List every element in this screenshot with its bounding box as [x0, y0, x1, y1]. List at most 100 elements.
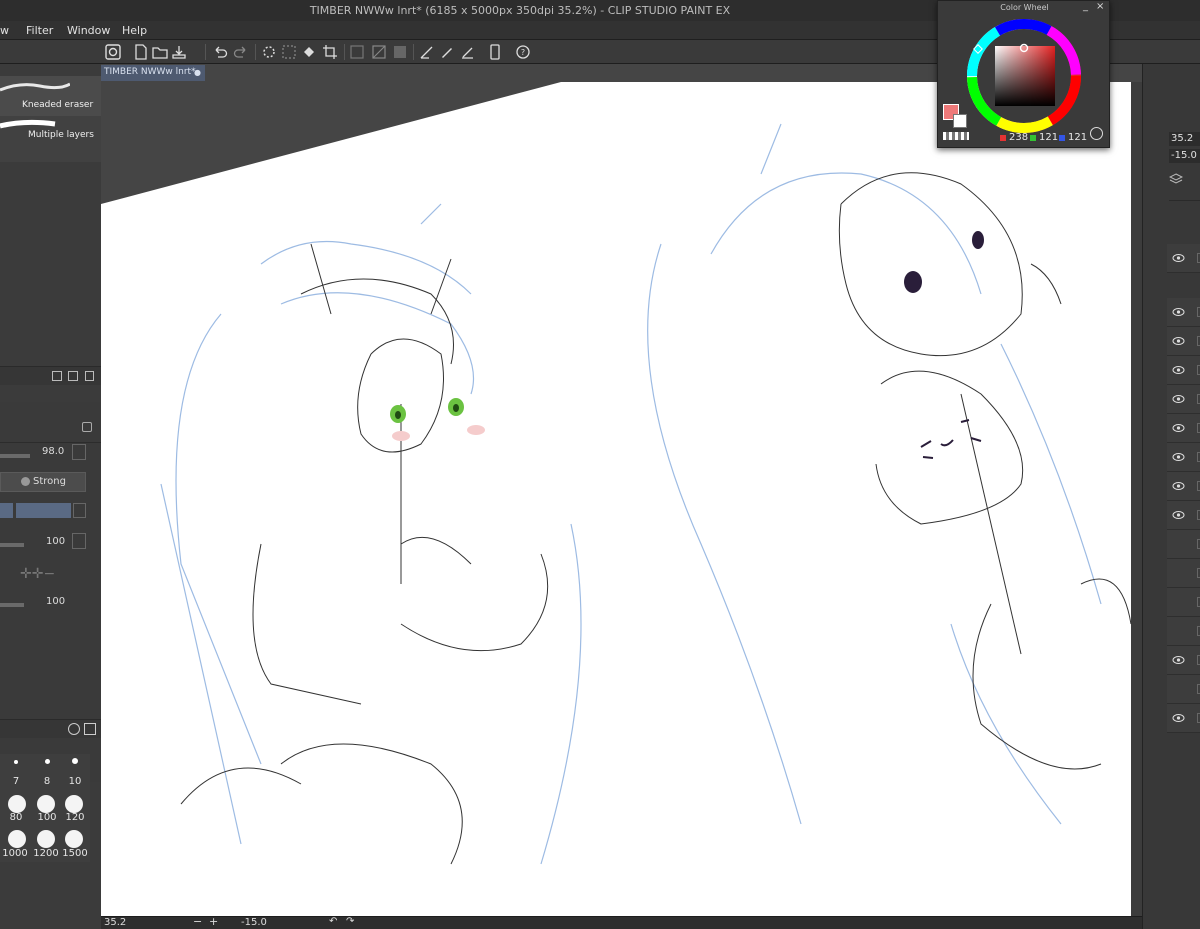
layer-blend-dropdown[interactable] — [1169, 187, 1200, 201]
eye-icon[interactable] — [1172, 335, 1185, 347]
eye-icon[interactable] — [1172, 480, 1185, 492]
size-label[interactable]: 10 — [63, 776, 87, 787]
rotate-right-icon[interactable]: ↷ — [346, 916, 354, 927]
layer-row[interactable] — [1167, 530, 1200, 559]
eye-icon[interactable] — [1172, 451, 1185, 463]
green-value[interactable]: 121 — [1039, 132, 1058, 143]
menu-view[interactable]: w — [0, 24, 9, 37]
menu-window[interactable]: Window — [67, 24, 110, 37]
minimize-icon[interactable]: _ — [1083, 1, 1088, 12]
help-icon[interactable]: ? — [514, 43, 532, 61]
save-icon[interactable] — [170, 43, 188, 61]
layer-row[interactable] — [1167, 414, 1200, 443]
opacity-slider-2[interactable] — [0, 603, 24, 607]
canvas-artwork[interactable] — [101, 64, 1142, 916]
clip-studio-icon[interactable] — [104, 43, 122, 61]
layer-row[interactable] — [1167, 443, 1200, 472]
transparent-color-icon[interactable] — [943, 132, 969, 140]
layer-row[interactable] — [1167, 646, 1200, 675]
fill-icon[interactable] — [300, 43, 318, 61]
layer-row[interactable] — [1167, 617, 1200, 646]
layer-row[interactable] — [1167, 675, 1200, 704]
red-value[interactable]: 238 — [1009, 132, 1028, 143]
clear-selection-icon[interactable] — [280, 43, 298, 61]
rotate-left-icon[interactable]: ↶ — [329, 916, 337, 927]
transparency-icon[interactable] — [370, 43, 388, 61]
size-label[interactable]: 80 — [4, 812, 28, 823]
size-label[interactable]: 7 — [4, 776, 28, 787]
selection-icon[interactable] — [348, 43, 366, 61]
layer-row[interactable] — [1167, 356, 1200, 385]
layer-row[interactable] — [1167, 588, 1200, 617]
wrench-icon[interactable] — [84, 723, 96, 735]
color-set-bar[interactable] — [16, 503, 71, 518]
layer-row[interactable] — [1167, 704, 1200, 733]
undo-icon[interactable] — [211, 43, 229, 61]
size-label[interactable]: 100 — [35, 812, 59, 823]
navigator-zoom[interactable]: 35.2 — [1169, 132, 1200, 146]
settings-icon[interactable] — [68, 723, 80, 735]
status-rotation[interactable]: -15.0 — [241, 917, 267, 928]
mask-icon[interactable] — [391, 43, 409, 61]
navigator-rotation[interactable]: -15.0 — [1169, 149, 1200, 163]
layer-row[interactable] — [1167, 472, 1200, 501]
crop-icon[interactable] — [321, 43, 339, 61]
eye-icon[interactable] — [1172, 509, 1185, 521]
close-dot-icon[interactable]: ● — [194, 68, 201, 77]
size-label[interactable]: 8 — [35, 776, 59, 787]
size-label[interactable]: 1200 — [31, 848, 61, 859]
zoom-in-icon[interactable]: + — [209, 915, 218, 928]
open-folder-icon[interactable] — [151, 43, 169, 61]
lock-icon[interactable] — [82, 422, 92, 432]
zoom-out-icon[interactable]: − — [193, 915, 202, 928]
eye-icon[interactable] — [1172, 422, 1185, 434]
smartphone-icon[interactable] — [486, 43, 504, 61]
close-icon[interactable]: × — [1096, 1, 1104, 12]
eye-icon[interactable] — [1172, 364, 1185, 376]
sub-color-swatch[interactable] — [953, 114, 967, 128]
blue-value[interactable]: 121 — [1068, 132, 1087, 143]
eye-icon[interactable] — [1172, 712, 1185, 724]
status-zoom[interactable]: 35.2 — [104, 917, 126, 928]
document-tab[interactable]: TIMBER NWWw lnrt* ● — [101, 65, 205, 81]
loading-icon[interactable] — [260, 43, 278, 61]
eye-icon[interactable] — [1172, 654, 1185, 666]
density-value[interactable]: 98.0 — [42, 446, 64, 457]
download-icon[interactable] — [72, 444, 86, 460]
subtool-item-multiple-layers[interactable]: Multiple layers — [0, 116, 101, 156]
color-chip-a[interactable] — [0, 503, 13, 518]
trash-icon[interactable] — [85, 371, 94, 381]
layer-row[interactable] — [1167, 327, 1200, 356]
layer-row[interactable] — [1167, 298, 1200, 327]
eye-icon[interactable] — [1172, 306, 1185, 318]
subtool-item-kneaded-eraser[interactable]: Kneaded eraser — [0, 76, 101, 116]
size-label[interactable]: 1500 — [60, 848, 90, 859]
hardness-button[interactable]: Strong — [0, 472, 86, 492]
redo-icon[interactable] — [232, 43, 250, 61]
duplicate-subtool-icon[interactable] — [68, 371, 78, 381]
density-slider[interactable] — [0, 454, 30, 458]
menu-help[interactable]: Help — [122, 24, 147, 37]
pen-icon[interactable] — [459, 43, 477, 61]
add-subtool-icon[interactable] — [52, 371, 62, 381]
slash-zero-icon[interactable] — [72, 533, 86, 549]
eye-icon[interactable] — [1172, 252, 1185, 264]
layer-row[interactable] — [1167, 501, 1200, 530]
menu-filter[interactable]: Filter — [26, 24, 53, 37]
opacity-slider-1[interactable] — [0, 543, 24, 547]
opacity-value-2[interactable]: 100 — [46, 596, 65, 607]
color-wheel[interactable] — [965, 18, 1085, 133]
eye-icon[interactable] — [1172, 393, 1185, 405]
layer-row[interactable] — [1167, 244, 1200, 273]
brush-icon[interactable] — [438, 43, 456, 61]
layers-icon[interactable] — [1168, 173, 1200, 185]
layer-row[interactable] — [1167, 559, 1200, 588]
size-label[interactable]: 120 — [63, 812, 87, 823]
ruler-pen-icon[interactable] — [418, 43, 436, 61]
canvas-area[interactable] — [101, 64, 1142, 916]
size-label[interactable]: 1000 — [0, 848, 30, 859]
new-file-icon[interactable] — [132, 43, 150, 61]
play-icon[interactable] — [1090, 127, 1103, 140]
chevron-right-icon[interactable] — [73, 503, 86, 518]
opacity-value-1[interactable]: 100 — [46, 536, 65, 547]
